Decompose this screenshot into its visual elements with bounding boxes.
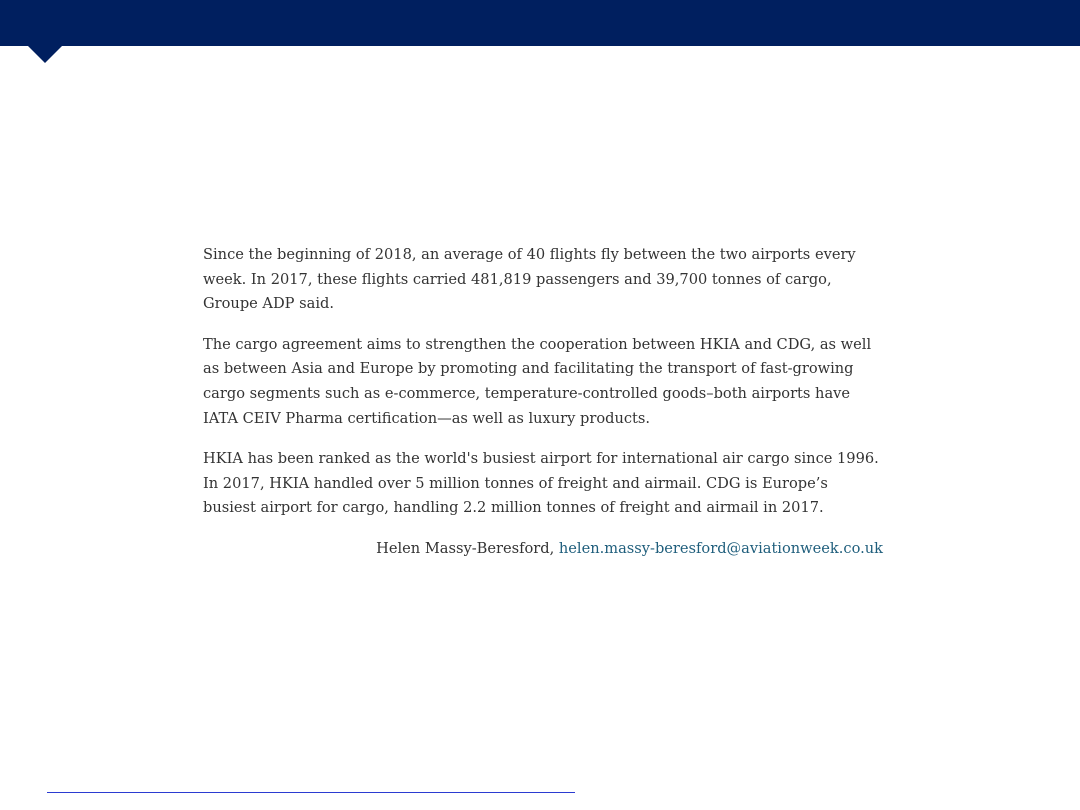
header-bar [0,0,1080,46]
byline-author: Helen Massy-Beresford, [376,539,559,557]
byline: Helen Massy-Beresford, helen.massy-beres… [203,537,883,562]
article-body: Since the beginning of 2018, an average … [203,243,883,562]
byline-email-link[interactable]: helen.massy-beresford@aviationweek.co.uk [559,540,883,557]
article-paragraph-2: The cargo agreement aims to strengthen t… [203,335,872,427]
footnote-separator [47,792,575,793]
article-paragraph-1: Since the beginning of 2018, an average … [203,246,856,313]
header-notch [28,46,62,63]
article-paragraph-3: HKIA has been ranked as the world's busi… [203,450,879,517]
